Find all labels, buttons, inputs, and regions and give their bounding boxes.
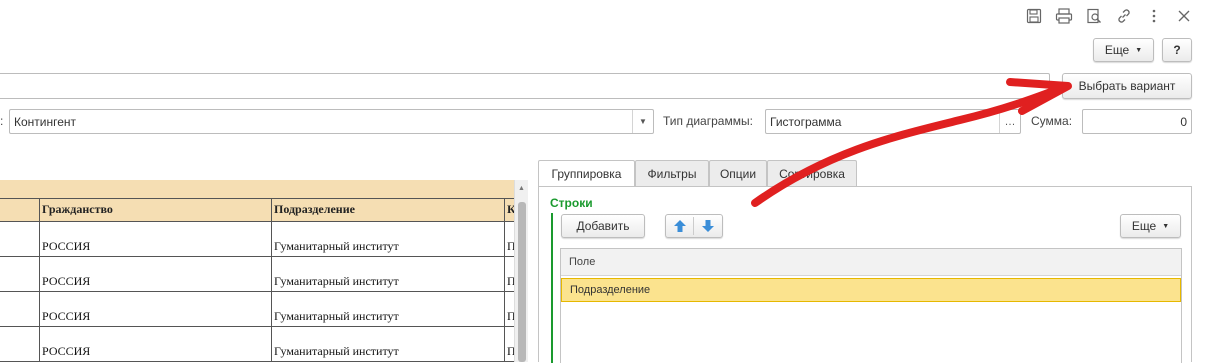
more-button[interactable]: Еще ▼	[1093, 38, 1154, 62]
more-button-label: Еще	[1104, 43, 1130, 57]
close-icon[interactable]	[1174, 6, 1194, 26]
sum-field[interactable]: 0	[1082, 109, 1192, 134]
ellipsis-icon[interactable]: …	[999, 110, 1020, 133]
grouping-more-button[interactable]: Еще ▼	[1120, 214, 1181, 238]
sum-value: 0	[1180, 115, 1187, 129]
tab-sorting[interactable]: Сортировка	[767, 160, 857, 186]
chart-type-field[interactable]: Гистограмма …	[765, 109, 1021, 134]
more-vertical-icon[interactable]	[1144, 6, 1164, 26]
cell-citizenship: РОССИЯ	[39, 327, 271, 361]
chart-type-value: Гистограмма	[770, 115, 842, 129]
scrollbar-thumb[interactable]	[518, 202, 526, 362]
cell-citizenship: РОССИЯ	[39, 257, 271, 291]
cell-extra: П	[504, 257, 514, 291]
report-table: Гражданство Подразделение К РОССИЯ Гуман…	[0, 180, 528, 362]
cell-extra: П	[504, 292, 514, 326]
dropdown-arrow-icon: ▼	[1162, 222, 1170, 230]
cell-citizenship: РОССИЯ	[39, 292, 271, 326]
dropdown-arrow-icon: ▼	[1135, 46, 1143, 54]
table-row: РОССИЯ Гуманитарный институт П	[0, 327, 514, 362]
scroll-up-icon[interactable]: ▲	[518, 185, 525, 192]
tab-options[interactable]: Опции	[709, 160, 767, 186]
cell-department: Гуманитарный институт	[271, 222, 504, 256]
section-indicator	[551, 213, 553, 363]
rows-section-title: Строки	[550, 196, 593, 210]
cell-department: Гуманитарный институт	[271, 327, 504, 361]
move-up-icon[interactable]	[673, 219, 687, 233]
chart-type-label: Тип диаграммы:	[663, 114, 753, 128]
table-row: РОССИЯ Гуманитарный институт П	[0, 292, 514, 327]
dropdown-arrow-icon[interactable]: ▼	[632, 110, 653, 133]
print-icon[interactable]	[1054, 6, 1074, 26]
link-icon[interactable]	[1114, 6, 1134, 26]
contingent-value: Контингент	[14, 115, 77, 129]
table-row: РОССИЯ Гуманитарный институт П	[0, 257, 514, 292]
contingent-label: :	[0, 114, 4, 128]
table-row: РОССИЯ Гуманитарный институт П	[0, 222, 514, 257]
table-header: Гражданство Подразделение К	[0, 199, 514, 222]
column-header-citizenship: Гражданство	[39, 199, 271, 221]
grouping-grid: Поле Подразделение	[560, 248, 1182, 363]
grid-header: Поле	[561, 249, 1181, 276]
contingent-field[interactable]: Контингент ▼	[9, 109, 654, 134]
move-buttons	[665, 214, 723, 238]
cell-citizenship: РОССИЯ	[39, 222, 271, 256]
table-title-band	[0, 180, 514, 199]
column-header-department: Подразделение	[271, 199, 504, 221]
preview-icon[interactable]	[1084, 6, 1104, 26]
grouping-panel: Строки Добавить Еще ▼ Поле Подразделение	[538, 186, 1192, 363]
grid-header-field: Поле	[569, 256, 596, 268]
sum-label: Сумма:	[1031, 114, 1073, 128]
tab-filters[interactable]: Фильтры	[635, 160, 709, 186]
add-button[interactable]: Добавить	[561, 214, 645, 238]
cell-extra: П	[504, 222, 514, 256]
grouping-more-label: Еще	[1131, 219, 1157, 233]
table-scrollbar[interactable]: ▲	[514, 180, 528, 362]
save-icon[interactable]	[1024, 6, 1044, 26]
move-down-icon[interactable]	[701, 219, 715, 233]
help-button[interactable]: ?	[1162, 38, 1192, 62]
cell-department: Гуманитарный институт	[271, 257, 504, 291]
column-header-extra: К	[504, 199, 514, 221]
grid-row-label: Подразделение	[570, 284, 651, 296]
cell-department: Гуманитарный институт	[271, 292, 504, 326]
select-variant-button[interactable]: Выбрать вариант	[1062, 73, 1192, 99]
variant-field[interactable]	[0, 73, 1050, 99]
grid-row-selected[interactable]: Подразделение	[561, 278, 1181, 302]
cell-extra: П	[504, 327, 514, 361]
tab-grouping[interactable]: Группировка	[538, 160, 635, 187]
